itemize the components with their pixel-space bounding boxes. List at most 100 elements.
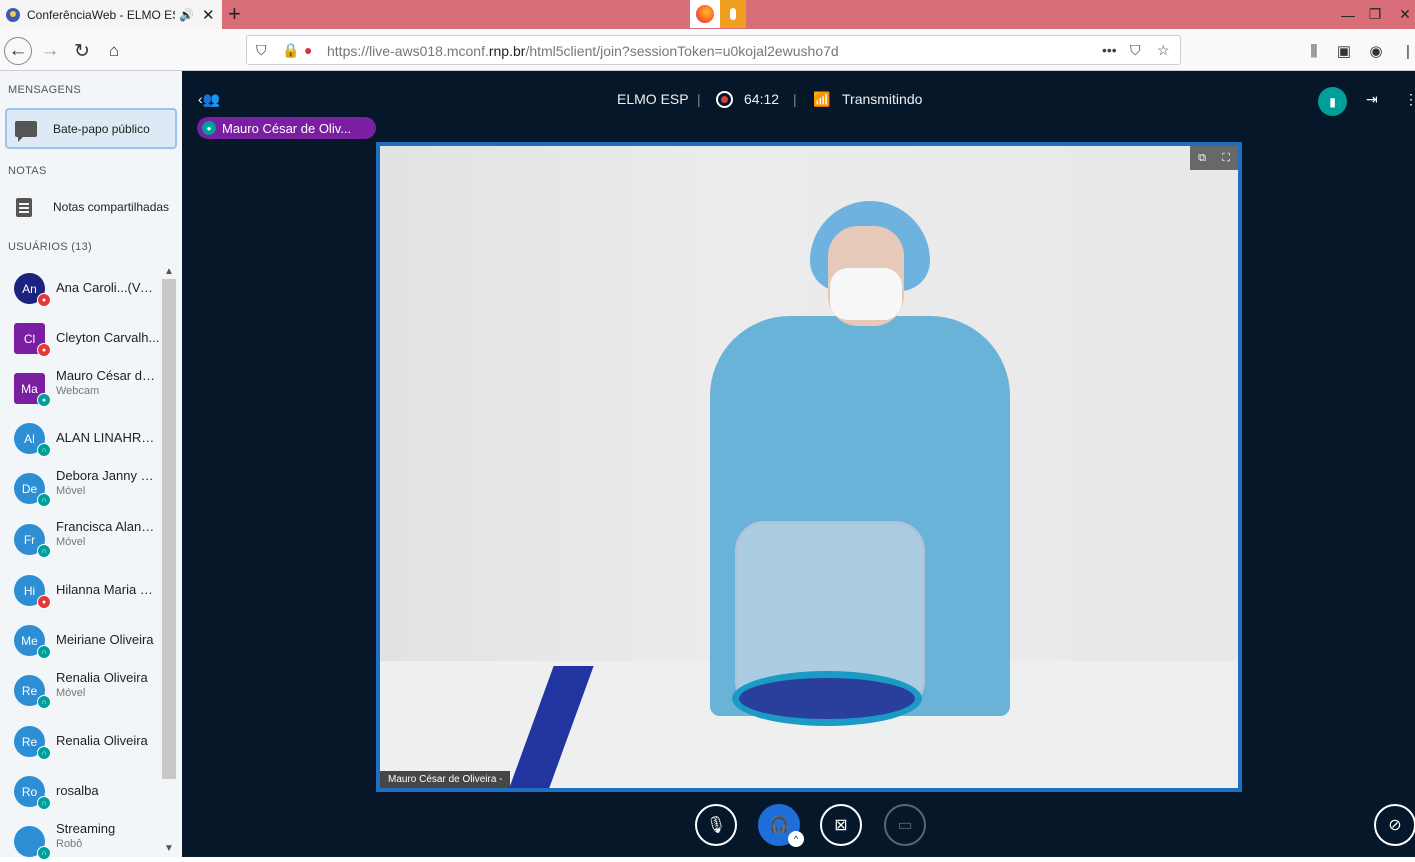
home-button[interactable]: ⌂ — [100, 37, 128, 65]
microphone-permission-icon[interactable]: ● — [304, 42, 312, 58]
sidebar-toggle-icon[interactable]: ▣ — [1330, 37, 1358, 65]
user-list-item[interactable]: ∩ Streaming Robô — [0, 814, 160, 862]
user-name: Renalia Oliveira — [56, 733, 148, 748]
tab-title: ConferênciaWeb - ELMO ES — [27, 7, 175, 22]
user-list-item[interactable]: Ro ∩ rosalba — [0, 764, 160, 812]
user-list-item[interactable]: An ● Ana Caroli...(Você) — [0, 261, 160, 309]
pop-out-icon[interactable]: ⧉ — [1198, 152, 1206, 165]
user-name: Renalia Oliveira — [56, 670, 148, 685]
shared-notes-button[interactable]: Notas compartilhadas — [0, 189, 182, 225]
user-list-item[interactable]: Re ∩ Renalia Oliveira Móvel — [0, 663, 160, 711]
browser-tab[interactable]: ConferênciaWeb - ELMO ES 🔊 ✕ — [0, 0, 222, 29]
url-bar[interactable]: ⛉ 🔒 ● https://live-aws018.mconf.rnp.br/h… — [246, 35, 1181, 65]
user-list-item[interactable]: Me ∩ Meiriane Oliveira — [0, 613, 160, 661]
muted-mic-icon: ● — [37, 293, 51, 307]
options-menu-icon[interactable]: ⋮ — [1404, 91, 1415, 108]
meeting-title: ELMO ESP — [617, 91, 689, 107]
user-name: Hilanna Maria M... — [56, 582, 160, 597]
divider: | — [697, 91, 701, 107]
scroll-up-icon[interactable]: ▲ — [164, 266, 174, 277]
talking-name: Mauro César de Oliv... — [222, 120, 352, 136]
user-list-item[interactable]: De ∩ Debora Janny Be... Móvel — [0, 461, 160, 509]
user-list-item[interactable]: Re ∩ Renalia Oliveira — [0, 714, 160, 762]
messages-heading: MENSAGENS — [8, 84, 81, 96]
user-name: Francisca Alana ... — [56, 519, 160, 534]
user-name: Cleyton Carvalh... — [56, 330, 160, 345]
listen-only-icon: ∩ — [37, 796, 51, 810]
camera-off-icon: ⊠ — [834, 817, 848, 834]
forward-button[interactable]: → — [36, 37, 64, 65]
user-status: Webcam — [56, 385, 100, 397]
listen-only-icon: ∩ — [37, 695, 51, 709]
user-status: Móvel — [56, 536, 86, 548]
user-name: Meiriane Oliveira — [56, 632, 154, 647]
toggle-userlist-icon[interactable]: ‹👥 — [198, 91, 220, 108]
library-icon[interactable]: ⫼ — [1300, 37, 1328, 65]
microphone-sharing-icon[interactable] — [720, 0, 746, 28]
listen-only-icon: ∩ — [37, 493, 51, 507]
page-actions-icon[interactable]: ••• — [1102, 42, 1117, 58]
connection-status-icon[interactable]: ▮ — [1318, 87, 1347, 116]
listen-only-icon: ∩ — [37, 443, 51, 457]
back-button[interactable]: ← — [4, 37, 32, 65]
recording-icon[interactable] — [716, 91, 733, 108]
user-list-item[interactable]: Cl ● Cleyton Carvalh... — [0, 311, 160, 359]
user-list-item[interactable]: Fr ∩ Francisca Alana ... Móvel — [0, 512, 160, 560]
user-list-item[interactable]: Al ∩ ALAN LINAHRE... — [0, 411, 160, 459]
webcam-video[interactable]: ⧉ ⛶ Mauro César de Oliveira - — [376, 142, 1242, 792]
new-tab-button[interactable]: + — [228, 2, 241, 26]
site-favicon-icon — [6, 7, 20, 22]
menu-icon[interactable]: | — [1394, 37, 1415, 65]
audio-options-caret[interactable]: ^ — [788, 831, 804, 847]
close-window-button[interactable]: ✕ — [1385, 0, 1415, 29]
speaker-icon[interactable]: 🔊 — [179, 8, 194, 22]
leave-session-icon[interactable]: ⇥ — [1366, 91, 1378, 108]
lock-icon[interactable]: 🔒 — [282, 42, 299, 59]
scrollbar-thumb[interactable] — [162, 279, 176, 779]
notes-heading: NOTAS — [8, 165, 47, 177]
notes-icon — [16, 197, 32, 217]
user-list-item[interactable]: Hi ● Hilanna Maria M... — [0, 563, 160, 611]
bookmark-star-icon[interactable]: ☆ — [1157, 42, 1170, 59]
tab-strip: ConferênciaWeb - ELMO ES 🔊 ✕ + — ❐ ✕ — [0, 0, 1415, 29]
account-icon[interactable]: ◉ — [1362, 37, 1390, 65]
pocket-icon[interactable]: ⛉ — [1130, 42, 1141, 59]
broadcast-status: Transmitindo — [842, 91, 923, 107]
video-user-label: Mauro César de Oliveira - — [380, 771, 511, 788]
listen-only-icon: ∩ — [37, 746, 51, 760]
scroll-down-icon[interactable]: ▼ — [164, 843, 174, 854]
muted-mic-icon: ● — [37, 343, 51, 357]
talking-indicator[interactable]: ● Mauro César de Oliv... — [197, 117, 376, 139]
recording-timer: 64:12 — [744, 91, 780, 107]
user-name: rosalba — [56, 783, 99, 798]
users-heading: USUÁRIOS (13) — [8, 241, 92, 253]
reload-button[interactable]: ↻ — [68, 37, 96, 65]
shared-notes-label: Notas compartilhadas — [53, 200, 170, 214]
listen-only-icon: ∩ — [37, 645, 51, 659]
user-status: Robô — [56, 838, 83, 850]
tab-close-button[interactable]: ✕ — [202, 6, 215, 24]
shield-icon[interactable]: ⛉ — [256, 42, 267, 59]
webcam-button[interactable]: ⊠ — [820, 804, 862, 846]
listen-only-icon: ∩ — [37, 544, 51, 558]
user-list: An ● Ana Caroli...(Você) Cl ● Cleyton Carvalh… — [0, 261, 160, 860]
mute-button[interactable]: 🎙 — [695, 804, 737, 846]
url-text[interactable]: https://live-aws018.mconf.rnp.br/html5cl… — [327, 43, 839, 59]
mic-off-icon: 🎙 — [705, 817, 727, 834]
navigation-bar: ← → ↻ ⌂ ⛉ 🔒 ● https://live-aws018.mconf.… — [0, 29, 1415, 71]
muted-mic-icon: ● — [37, 595, 51, 609]
hide-presentation-button[interactable]: ⊘ — [1374, 804, 1415, 846]
hide-presentation-icon: ⊘ — [1388, 817, 1402, 834]
user-name: Debora Janny Be... — [56, 468, 160, 483]
user-list-item[interactable]: Ma ● Mauro César de ... Webcam — [0, 361, 160, 409]
wifi-icon: 📶 — [813, 91, 831, 107]
fullscreen-icon[interactable]: ⛶ — [1222, 152, 1230, 165]
public-chat-button[interactable]: Bate-papo público — [5, 108, 177, 149]
screen-share-button[interactable]: ▭ — [884, 804, 926, 846]
user-status: Móvel — [56, 485, 86, 497]
user-sidebar: MENSAGENS Bate-papo público NOTAS Notas … — [0, 71, 182, 860]
user-name: Streaming — [56, 821, 116, 836]
meeting-area: ‹👥 ELMO ESP | 64:12 | 📶 Transmitindo ▮ ⇥… — [182, 71, 1415, 857]
user-list-scrollbar[interactable]: ▲ ▼ — [160, 266, 178, 857]
screen-share-icon: ▭ — [897, 817, 913, 834]
